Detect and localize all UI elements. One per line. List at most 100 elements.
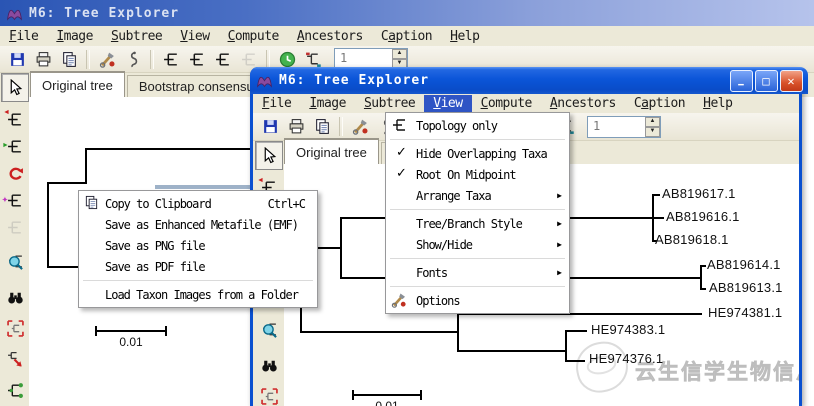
view-menu-show-hide[interactable]: Show/Hide (386, 234, 569, 255)
context-menu-save-png[interactable]: Save as PNG file (79, 235, 317, 256)
tree-style-curved-button[interactable] (210, 48, 236, 71)
tree-branch (300, 331, 459, 333)
scale-bar (95, 330, 167, 332)
tree-style-straight-button[interactable] (184, 48, 210, 71)
tree-branch (700, 288, 706, 290)
tree-branch (565, 330, 567, 362)
node-heights-button[interactable] (2, 377, 28, 404)
fg-menu-file[interactable]: File (253, 95, 300, 112)
taxon-label[interactable]: AB819616.1 (666, 209, 740, 224)
taxon-label[interactable]: HE974383.1 (591, 322, 665, 337)
red-swap-mark: ◄ (3, 109, 10, 116)
rotate-subtree-button[interactable] (2, 160, 28, 187)
caliper-button[interactable] (120, 48, 146, 71)
pointer-tool-button[interactable] (1, 73, 29, 102)
tree-branch (47, 182, 49, 268)
resize-tree-button[interactable] (2, 346, 28, 373)
binoculars-icon (261, 357, 278, 374)
spinner-up-button[interactable] (392, 49, 407, 59)
tree-icon (163, 51, 180, 68)
bg-menu-file[interactable]: File (0, 28, 47, 45)
taxon-label[interactable]: AB819614.1 (707, 257, 781, 272)
fg-menu-view[interactable]: View (424, 95, 471, 112)
taxon-label[interactable]: HE974376.1 (589, 351, 663, 366)
flip-subtree-button[interactable]: ► (2, 133, 28, 160)
taxon-label[interactable]: AB819613.1 (709, 280, 783, 295)
zoom-spinner-value[interactable]: 1 (335, 49, 392, 69)
tree-branch (85, 148, 255, 150)
context-menu-save-pdf[interactable]: Save as PDF file (79, 256, 317, 277)
pointer-tool-button[interactable] (255, 141, 283, 170)
tree-branch (85, 148, 87, 184)
zoom-spinner-value[interactable]: 1 (588, 117, 645, 137)
taxon-label[interactable]: AB819618.1 (655, 232, 729, 247)
fg-menu-help[interactable]: Help (694, 95, 741, 112)
minimize-button[interactable] (730, 70, 753, 92)
context-menu-save-emf[interactable]: Save as Enhanced Metafile (EMF) (79, 214, 317, 235)
save-button[interactable] (257, 115, 283, 138)
fg-menu-subtree[interactable]: Subtree (355, 95, 424, 112)
zoom-tree-button[interactable] (256, 317, 282, 344)
fit-to-screen-button[interactable] (2, 315, 28, 342)
taxon-label[interactable]: HE974381.1 (708, 305, 782, 320)
view-menu-options[interactable]: Options (386, 290, 569, 311)
view-menu-tree-branch-style[interactable]: Tree/Branch Style (386, 213, 569, 234)
tree-icon (215, 51, 232, 68)
maximize-button[interactable] (755, 70, 778, 92)
tree-branch (565, 360, 585, 362)
fg-window-titlebar[interactable]: M6: Tree Explorer (250, 67, 808, 94)
zoom-tree-button[interactable] (2, 249, 28, 276)
bg-tab-original-tree[interactable]: Original tree (30, 71, 125, 97)
compress-subtree-button[interactable]: ✦ (2, 187, 28, 214)
view-menu-topology-only[interactable]: Topology only (386, 115, 569, 136)
scale-bar-label: 0.01 (85, 335, 177, 349)
bg-menu-caption[interactable]: Caption (372, 28, 441, 45)
view-menu-fonts[interactable]: Fonts (386, 262, 569, 283)
fg-tab-original-tree[interactable]: Original tree (284, 138, 379, 164)
context-menu: Copy to Clipboard Ctrl+C Save as Enhance… (78, 190, 318, 308)
menu-separator (390, 209, 565, 210)
save-button[interactable] (4, 48, 30, 71)
fg-menu-ancestors[interactable]: Ancestors (541, 95, 625, 112)
bg-menu-help[interactable]: Help (441, 28, 488, 45)
options-button[interactable] (347, 115, 373, 138)
bg-menu-image[interactable]: Image (47, 28, 102, 45)
red-swap-mark: ◄ (257, 177, 264, 184)
fg-menu-compute[interactable]: Compute (472, 95, 541, 112)
context-menu-copy[interactable]: Copy to Clipboard Ctrl+C (79, 193, 317, 214)
bg-menu-subtree[interactable]: Subtree (102, 28, 171, 45)
shortcut-label: Ctrl+C (268, 197, 317, 211)
find-taxon-button[interactable] (2, 284, 28, 311)
tree-style-rectangular-button[interactable] (158, 48, 184, 71)
menu-separator (390, 139, 565, 140)
fit-to-screen-button[interactable] (256, 383, 282, 406)
find-taxon-button[interactable] (256, 352, 282, 379)
toolbar-separator (86, 50, 90, 69)
save-icon (262, 118, 279, 135)
context-menu-load-taxon-images[interactable]: Load Taxon Images from a Folder (79, 284, 317, 305)
copy-button[interactable] (309, 115, 335, 138)
bg-menu-compute[interactable]: Compute (219, 28, 288, 45)
tree-icon (189, 51, 206, 68)
print-button[interactable] (283, 115, 309, 138)
zoom-spinner[interactable]: 1 (587, 116, 661, 138)
close-button[interactable] (780, 70, 803, 92)
fg-menu-caption[interactable]: Caption (625, 95, 694, 112)
swap-subtree-button[interactable]: ◄ (2, 106, 28, 133)
spinner-down-button[interactable] (645, 127, 660, 137)
fg-window-title: M6: Tree Explorer (279, 73, 429, 88)
spinner-up-button[interactable] (645, 117, 660, 127)
taxon-label[interactable]: AB819617.1 (662, 186, 736, 201)
bg-menu-ancestors[interactable]: Ancestors (288, 28, 372, 45)
view-menu-root-on-midpoint[interactable]: Root On Midpoint (386, 164, 569, 185)
print-button[interactable] (30, 48, 56, 71)
caliper-icon (125, 51, 142, 68)
magnifier-icon (7, 254, 24, 271)
fg-menu-image[interactable]: Image (300, 95, 355, 112)
view-menu-hide-overlapping-taxa[interactable]: Hide Overlapping Taxa (386, 143, 569, 164)
view-menu-arrange-taxa[interactable]: Arrange Taxa (386, 185, 569, 206)
scale-bar (352, 394, 422, 396)
bg-menu-view[interactable]: View (171, 28, 218, 45)
options-button[interactable] (94, 48, 120, 71)
copy-button[interactable] (56, 48, 82, 71)
